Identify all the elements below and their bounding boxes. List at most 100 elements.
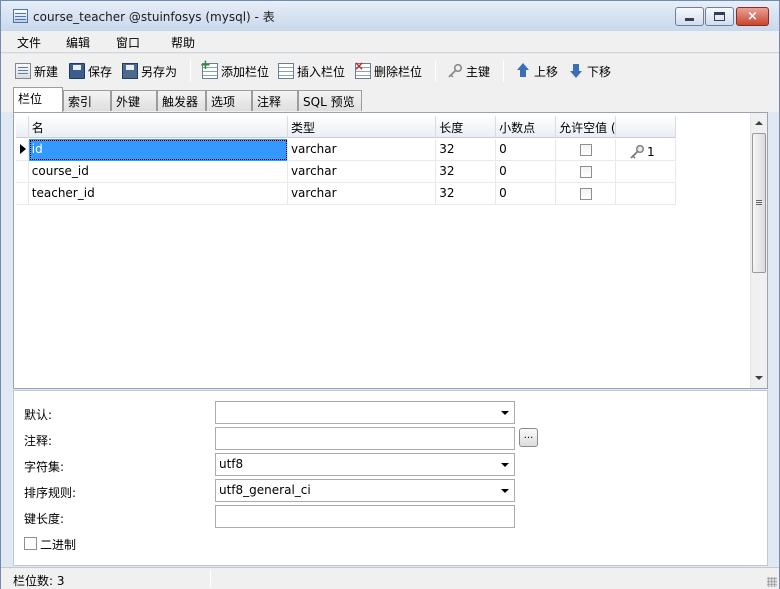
field-decimals-cell[interactable]: 0 [496, 183, 557, 205]
allow-null-checkbox[interactable] [580, 144, 593, 156]
menu-file[interactable]: 文件 [17, 34, 41, 51]
arrow-down-icon [568, 63, 584, 79]
default-label: 默认: [24, 408, 53, 422]
tab-sql-preview[interactable]: SQL 预览 [298, 90, 362, 111]
key-length-field[interactable] [215, 505, 515, 528]
tab-triggers[interactable]: 触发器 [157, 90, 206, 111]
header-type[interactable]: 类型 [288, 116, 437, 138]
table-row[interactable]: id varchar 32 0 1 [16, 139, 676, 161]
grid-header: 名 类型 长度 小数点 允许空值 ( [16, 116, 676, 138]
collation-dropdown[interactable]: utf8_general_ci [215, 479, 515, 502]
tab-fields[interactable]: 栏位 [13, 87, 63, 112]
window-title: course_teacher @stuinfosys (mysql) - 表 [33, 10, 275, 24]
field-decimals-cell[interactable]: 0 [496, 161, 557, 183]
field-length-cell[interactable]: 32 [436, 183, 497, 205]
scroll-thumb[interactable] [752, 133, 766, 273]
table-row[interactable]: course_id varchar 32 0 [16, 161, 676, 183]
row-indicator [16, 161, 29, 183]
maximize-button[interactable] [705, 7, 734, 26]
allow-null-cell[interactable] [556, 183, 617, 205]
default-dropdown[interactable] [215, 401, 515, 424]
field-properties-panel: 默认: 注释: ... 字符集: utf8 排序规则: utf8_general… [13, 390, 768, 566]
field-type-cell[interactable]: varchar [288, 183, 437, 205]
new-button[interactable]: 新建 [15, 62, 58, 80]
key-order: 1 [647, 144, 655, 159]
tab-options[interactable]: 选项 [206, 90, 252, 111]
field-name-cell[interactable]: id [28, 139, 288, 161]
current-row-arrow-icon [20, 144, 26, 154]
move-up-label: 上移 [534, 64, 559, 79]
toolbar: 新建 保存 另存为 添加栏位 插入栏位 删除栏位 主键 [1, 54, 779, 86]
add-field-icon [200, 58, 218, 79]
grid-vertical-scrollbar[interactable] [750, 113, 767, 388]
field-type-cell[interactable]: varchar [288, 161, 437, 183]
tab-indexes[interactable]: 索引 [63, 90, 111, 111]
allow-null-checkbox[interactable] [580, 166, 593, 178]
key-length-label: 键长度: [24, 512, 65, 526]
row-indicator [16, 139, 29, 161]
toolbar-separator [435, 60, 436, 82]
header-key[interactable] [616, 116, 676, 138]
field-length-cell[interactable]: 32 [436, 161, 497, 183]
field-length-cell[interactable]: 32 [436, 139, 497, 161]
menu-help[interactable]: 帮助 [171, 34, 195, 51]
title-bar: course_teacher @stuinfosys (mysql) - 表 × [1, 1, 779, 31]
primary-key-button[interactable]: 主键 [447, 62, 490, 80]
field-name-cell[interactable]: teacher_id [29, 183, 288, 205]
key-cell[interactable] [616, 161, 676, 183]
close-button[interactable]: × [736, 7, 769, 26]
add-field-button[interactable]: 添加栏位 [200, 58, 270, 80]
add-field-label: 添加栏位 [221, 64, 270, 79]
field-name-cell[interactable]: course_id [29, 161, 288, 183]
minimize-button[interactable] [675, 7, 704, 26]
delete-field-button[interactable]: 删除栏位 [354, 59, 422, 80]
collation-label: 排序规则: [24, 486, 77, 500]
comment-field[interactable] [215, 427, 515, 450]
tab-foreign-keys[interactable]: 外键 [111, 90, 157, 111]
allow-null-cell[interactable] [556, 161, 617, 183]
row-indicator [16, 183, 29, 205]
menu-bar: 文件 编辑 窗口 帮助 [1, 31, 779, 53]
arrow-up-icon [515, 63, 531, 79]
header-name[interactable]: 名 [29, 116, 288, 138]
save-as-icon [122, 63, 138, 79]
toolbar-separator [503, 60, 504, 82]
insert-field-button[interactable]: 插入栏位 [278, 62, 345, 80]
header-decimals[interactable]: 小数点 [496, 116, 557, 138]
menu-edit[interactable]: 编辑 [66, 34, 90, 51]
new-table-icon [15, 63, 31, 79]
comment-edit-button[interactable]: ... [519, 428, 538, 447]
row-indicator-header [16, 116, 29, 138]
scroll-up-icon[interactable] [751, 115, 767, 131]
scroll-down-icon[interactable] [751, 370, 767, 386]
resize-grip-icon[interactable] [767, 577, 777, 587]
allow-null-checkbox[interactable] [580, 188, 593, 200]
status-bar: 栏位数: 3 [1, 567, 779, 589]
charset-dropdown[interactable]: utf8 [215, 453, 515, 476]
key-cell[interactable]: 1 [616, 139, 676, 161]
menu-window[interactable]: 窗口 [116, 34, 140, 51]
field-decimals-cell[interactable]: 0 [496, 139, 557, 161]
key-icon [447, 63, 463, 79]
move-down-button[interactable]: 下移 [568, 62, 611, 80]
primary-key-label: 主键 [466, 64, 491, 79]
tab-comment[interactable]: 注释 [252, 90, 298, 111]
field-type-cell[interactable]: varchar [288, 139, 437, 161]
save-as-button[interactable]: 另存为 [122, 62, 177, 80]
binary-label: 二进制 [40, 538, 77, 552]
save-icon [69, 63, 85, 79]
allow-null-cell[interactable] [556, 139, 617, 161]
minimize-icon [685, 18, 694, 21]
charset-label: 字符集: [24, 460, 65, 474]
table-row[interactable]: teacher_id varchar 32 0 [16, 183, 676, 205]
save-button[interactable]: 保存 [69, 62, 112, 80]
header-length[interactable]: 长度 [436, 116, 497, 138]
move-up-button[interactable]: 上移 [515, 62, 558, 80]
move-down-label: 下移 [587, 64, 612, 79]
binary-checkbox[interactable] [24, 537, 37, 550]
primary-key-icon [630, 144, 645, 159]
insert-field-icon [278, 63, 294, 79]
header-allow-null[interactable]: 允许空值 ( [556, 116, 617, 138]
new-label: 新建 [34, 64, 59, 79]
key-cell[interactable] [616, 183, 676, 205]
